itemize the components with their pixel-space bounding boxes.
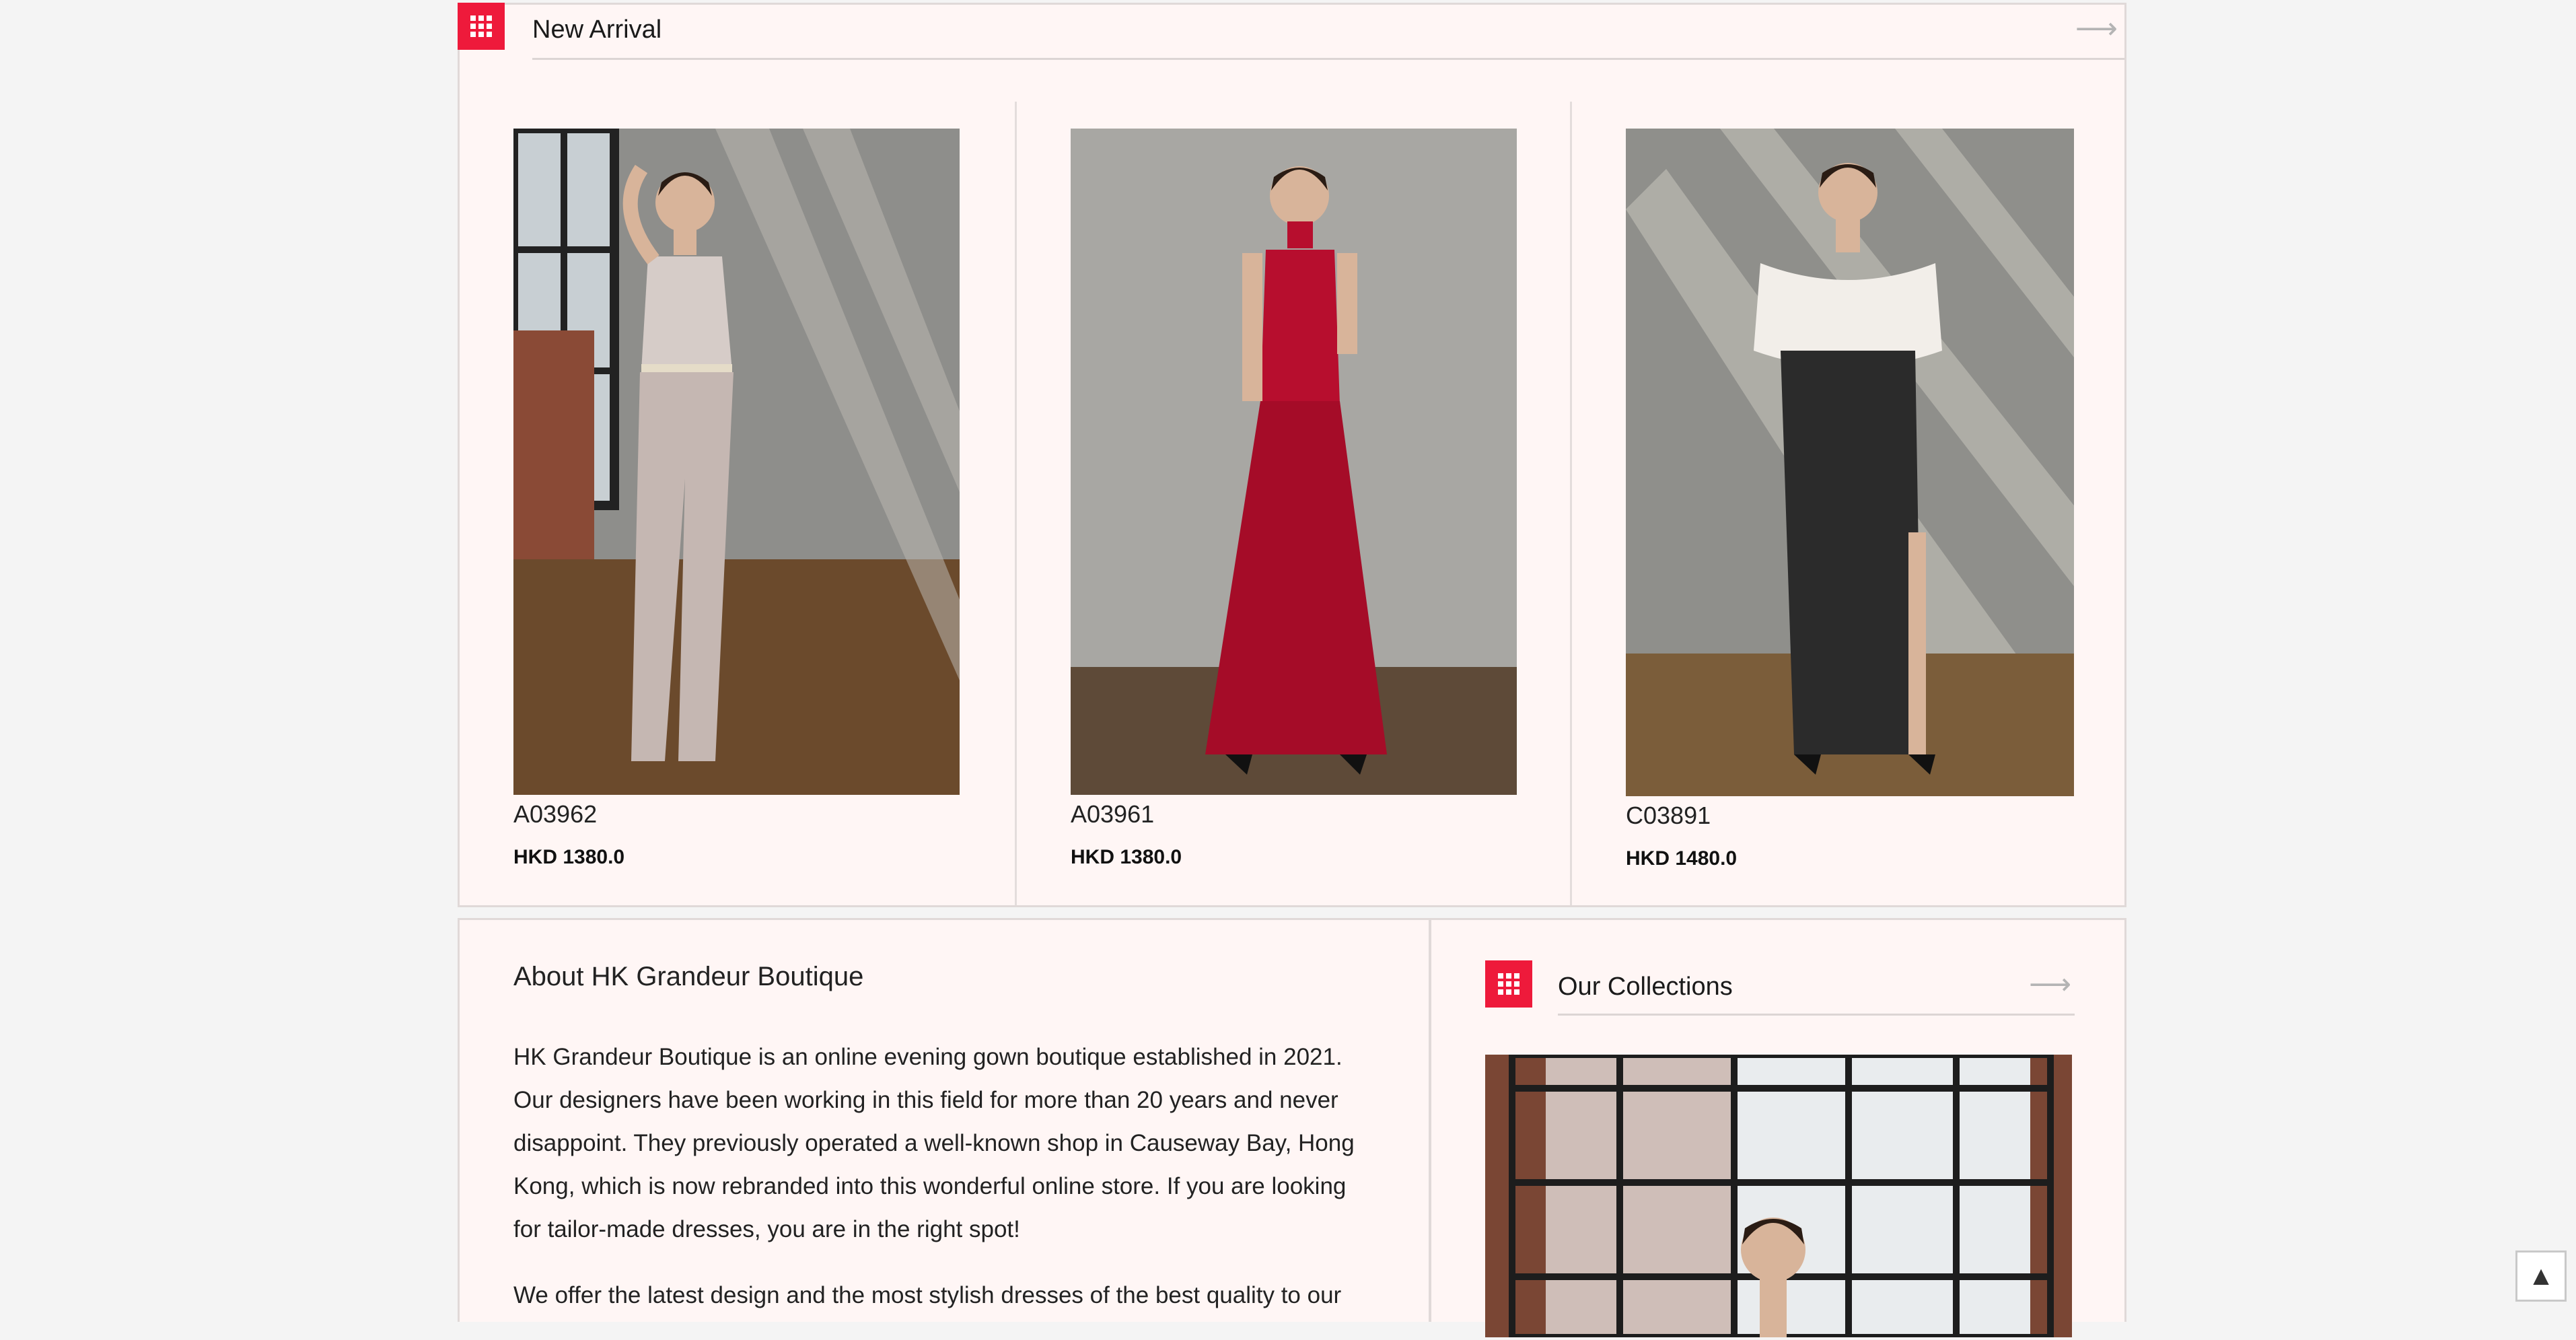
new-arrival-section: New Arrival ⟶ A03962 HKD 1380.0 A03961 H…	[458, 3, 2126, 907]
grid-icon	[1485, 960, 1532, 1008]
product-grid: A03962 HKD 1380.0 A03961 HKD 1380.0 C038…	[460, 102, 2124, 905]
product-image[interactable]	[1626, 129, 2074, 796]
new-arrival-title: New Arrival	[532, 15, 662, 44]
about-paragraph: We offer the latest design and the most …	[513, 1282, 1342, 1308]
product-price: HKD 1480.0	[1626, 847, 1738, 870]
collections-section: Our Collections ⟶	[1429, 918, 2126, 1337]
product-card[interactable]: A03961 HKD 1380.0	[1015, 102, 1570, 905]
product-code[interactable]: C03891	[1626, 802, 1711, 830]
title-divider	[1558, 1014, 2075, 1016]
about-section: About HK Grandeur Boutique HK Grandeur B…	[458, 918, 1431, 1322]
back-to-top-button[interactable]: ▲	[2515, 1250, 2567, 1302]
collection-image[interactable]	[1485, 1055, 2072, 1337]
product-card[interactable]: A03962 HKD 1380.0	[460, 102, 1015, 905]
arrow-right-icon[interactable]: ⟶	[2029, 970, 2071, 999]
product-code[interactable]: A03961	[1071, 800, 1154, 828]
about-text: HK Grandeur Boutique is an online evenin…	[513, 1036, 1361, 1340]
product-image[interactable]	[513, 129, 960, 795]
about-title: About HK Grandeur Boutique	[513, 962, 864, 991]
arrow-right-icon[interactable]: ⟶	[2075, 14, 2118, 44]
product-price: HKD 1380.0	[513, 846, 625, 868]
product-price: HKD 1380.0	[1071, 846, 1182, 868]
collections-title: Our Collections	[1558, 973, 1733, 1001]
grid-icon	[458, 3, 505, 50]
product-image[interactable]	[1071, 129, 1517, 795]
chevron-up-icon: ▲	[2528, 1261, 2554, 1291]
product-code[interactable]: A03962	[513, 800, 597, 828]
title-divider	[532, 58, 2124, 60]
about-paragraph: HK Grandeur Boutique is an online evenin…	[513, 1044, 1355, 1242]
product-card[interactable]: C03891 HKD 1480.0	[1570, 102, 2125, 905]
